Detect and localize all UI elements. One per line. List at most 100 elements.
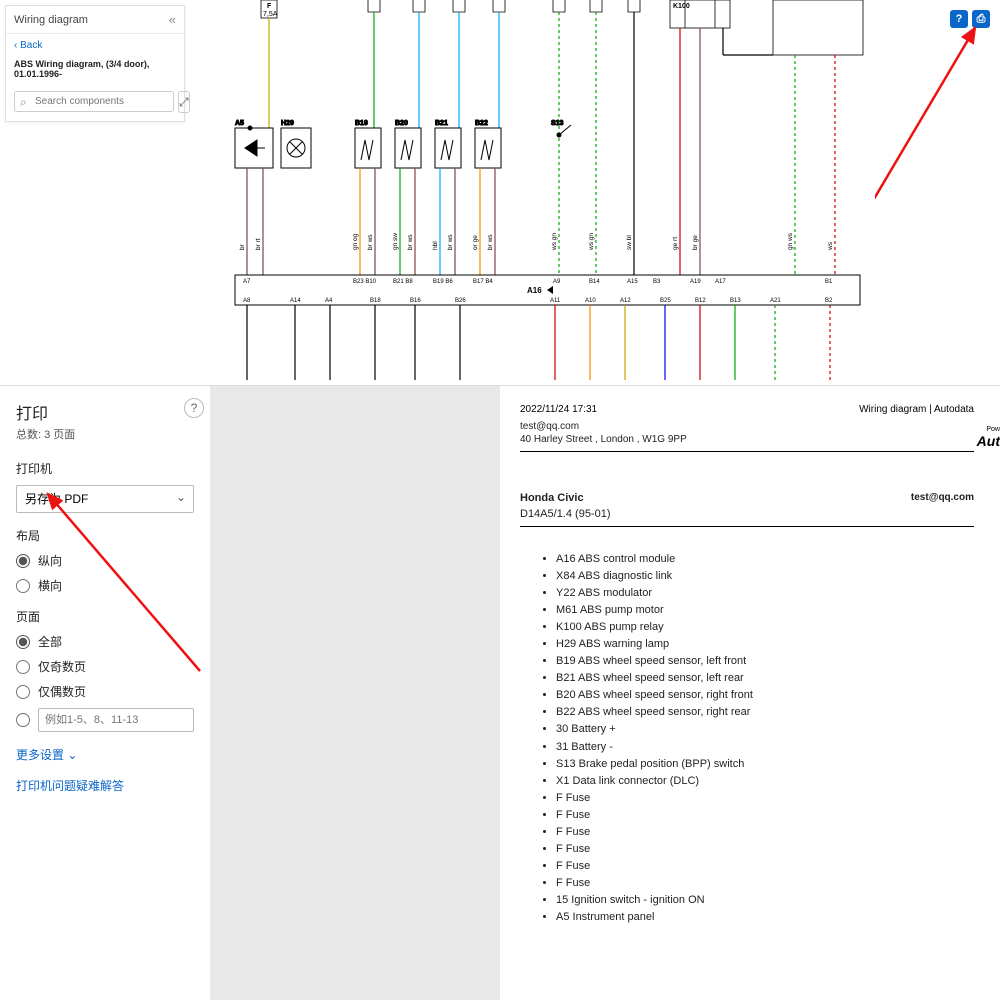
component-list-item: 15 Ignition switch - ignition ON — [556, 892, 974, 909]
component-list-item: B20 ABS wheel speed sensor, right front — [556, 687, 974, 704]
svg-text:H29: H29 — [281, 120, 294, 127]
expand-icon[interactable]: ⤢ — [178, 91, 190, 113]
svg-text:A21: A21 — [770, 298, 781, 304]
component-list-item: K100 ABS pump relay — [556, 619, 974, 636]
svg-text:br ws: br ws — [367, 234, 374, 250]
pages-odd[interactable]: 仅奇数页 — [16, 658, 194, 675]
back-link[interactable]: Back — [6, 34, 184, 57]
svg-text:A12: A12 — [620, 298, 631, 304]
toolbar-icons: ? ⎙ — [950, 10, 990, 28]
svg-text:B1: B1 — [825, 279, 833, 285]
svg-text:gn og: gn og — [352, 233, 359, 250]
component-list-item: F Fuse — [556, 875, 974, 892]
svg-text:F: F — [267, 3, 272, 10]
svg-text:A17: A17 — [715, 279, 726, 285]
layout-label: 布局 — [16, 527, 194, 544]
svg-text:B2: B2 — [825, 298, 833, 304]
component-list-item: F Fuse — [556, 841, 974, 858]
pages-custom-input[interactable] — [38, 708, 194, 732]
chevron-down-icon: ⌄ — [67, 748, 77, 762]
svg-text:A5: A5 — [235, 120, 244, 127]
svg-text:ws gn: ws gn — [551, 233, 558, 251]
svg-text:B21 B8: B21 B8 — [393, 279, 413, 285]
svg-text:br ge: br ge — [692, 235, 699, 250]
svg-text:K100: K100 — [673, 3, 690, 10]
svg-text:A16: A16 — [527, 286, 542, 295]
svg-text:gn sw: gn sw — [392, 233, 399, 250]
layout-landscape[interactable]: 横向 — [16, 577, 194, 594]
pages-custom[interactable] — [16, 708, 194, 732]
component-list-item: Y22 ABS modulator — [556, 585, 974, 602]
component-list-item: X1 Data link connector (DLC) — [556, 773, 974, 790]
svg-text:A10: A10 — [585, 298, 596, 304]
help-icon[interactable]: ? — [184, 398, 204, 418]
svg-text:A15: A15 — [627, 279, 638, 285]
autodata-logo: Pow Aut — [977, 426, 1000, 449]
svg-text:B12: B12 — [695, 298, 706, 304]
preview-timestamp: 2022/11/24 17:31 — [520, 404, 597, 415]
component-list-item: M61 ABS pump motor — [556, 602, 974, 619]
svg-text:ws: ws — [827, 241, 834, 251]
vehicle-email: test@qq.com — [911, 492, 974, 503]
preview-doc-title: Wiring diagram | Autodata — [859, 404, 974, 415]
page-count: 总数: 3 页面 — [16, 426, 194, 442]
svg-text:B23 B10: B23 B10 — [353, 279, 377, 285]
svg-text:B17 B4: B17 B4 — [473, 279, 493, 285]
component-list-item: F Fuse — [556, 858, 974, 875]
component-list-item: A16 ABS control module — [556, 551, 974, 568]
component-list-item: B22 ABS wheel speed sensor, right rear — [556, 704, 974, 721]
svg-text:B18: B18 — [370, 298, 381, 304]
svg-text:B13: B13 — [730, 298, 741, 304]
svg-text:A19: A19 — [690, 279, 701, 285]
svg-text:B19 B6: B19 B6 — [433, 279, 453, 285]
svg-text:ws gn: ws gn — [588, 233, 595, 251]
search-input[interactable] — [14, 91, 174, 112]
preview-gutter — [210, 386, 500, 1000]
vehicle-variant: D14A5/1.4 (95-01) — [520, 508, 974, 520]
svg-text:br ws: br ws — [487, 234, 494, 250]
panel-title: Wiring diagram — [14, 14, 88, 26]
component-list: A16 ABS control moduleX84 ABS diagnostic… — [520, 551, 974, 926]
svg-text:S13: S13 — [551, 120, 564, 127]
layout-portrait[interactable]: 纵向 — [16, 552, 194, 569]
component-list-item: 30 Battery + — [556, 721, 974, 738]
print-preview-page: 2022/11/24 17:31 Wiring diagram | Autoda… — [500, 386, 1000, 1000]
svg-text:A8: A8 — [243, 298, 251, 304]
component-list-item: F Fuse — [556, 807, 974, 824]
help-icon[interactable]: ? — [950, 10, 968, 28]
svg-text:B26: B26 — [455, 298, 466, 304]
svg-text:sw bl: sw bl — [626, 235, 633, 250]
component-panel: Wiring diagram « Back ABS Wiring diagram… — [5, 5, 185, 122]
print-settings-panel: ? 打印 总数: 3 页面 打印机 另存为 PDF 布局 纵向 横向 页面 全部… — [0, 386, 210, 1000]
component-list-item: H29 ABS warning lamp — [556, 636, 974, 653]
pages-even[interactable]: 仅偶数页 — [16, 683, 194, 700]
troubleshoot-link[interactable]: 打印机问题疑难解答 — [16, 777, 194, 794]
svg-text:hbl: hbl — [432, 241, 439, 250]
component-list-item: X84 ABS diagnostic link — [556, 568, 974, 585]
svg-text:7,5A: 7,5A — [263, 11, 278, 18]
svg-text:or ge: or ge — [472, 235, 479, 250]
svg-text:br rt: br rt — [255, 238, 262, 250]
wiring-diagram[interactable]: F 7,5A K100 — [195, 0, 875, 380]
more-settings-link[interactable]: 更多设置 ⌄ — [16, 746, 194, 763]
svg-text:A4: A4 — [325, 298, 333, 304]
svg-text:B21: B21 — [435, 120, 448, 127]
svg-text:B20: B20 — [395, 120, 408, 127]
svg-text:br ws: br ws — [407, 234, 414, 250]
component-list-item: A5 Instrument panel — [556, 909, 974, 926]
component-list-item: F Fuse — [556, 824, 974, 841]
component-list-item: B19 ABS wheel speed sensor, left front — [556, 653, 974, 670]
print-icon[interactable]: ⎙ — [972, 10, 990, 28]
pages-all[interactable]: 全部 — [16, 633, 194, 650]
svg-text:B19: B19 — [355, 120, 368, 127]
svg-text:A9: A9 — [553, 279, 561, 285]
print-dialog: ? 打印 总数: 3 页面 打印机 另存为 PDF 布局 纵向 横向 页面 全部… — [0, 385, 1000, 1000]
svg-text:A7: A7 — [243, 279, 251, 285]
collapse-icon[interactable]: « — [169, 12, 176, 27]
svg-text:br ws: br ws — [447, 234, 454, 250]
preview-address: 40 Harley Street , London , W1G 9PP — [520, 434, 974, 445]
printer-select[interactable]: 另存为 PDF — [16, 485, 194, 513]
printer-label: 打印机 — [16, 460, 194, 477]
svg-text:B25: B25 — [660, 298, 671, 304]
svg-text:A11: A11 — [550, 298, 561, 304]
